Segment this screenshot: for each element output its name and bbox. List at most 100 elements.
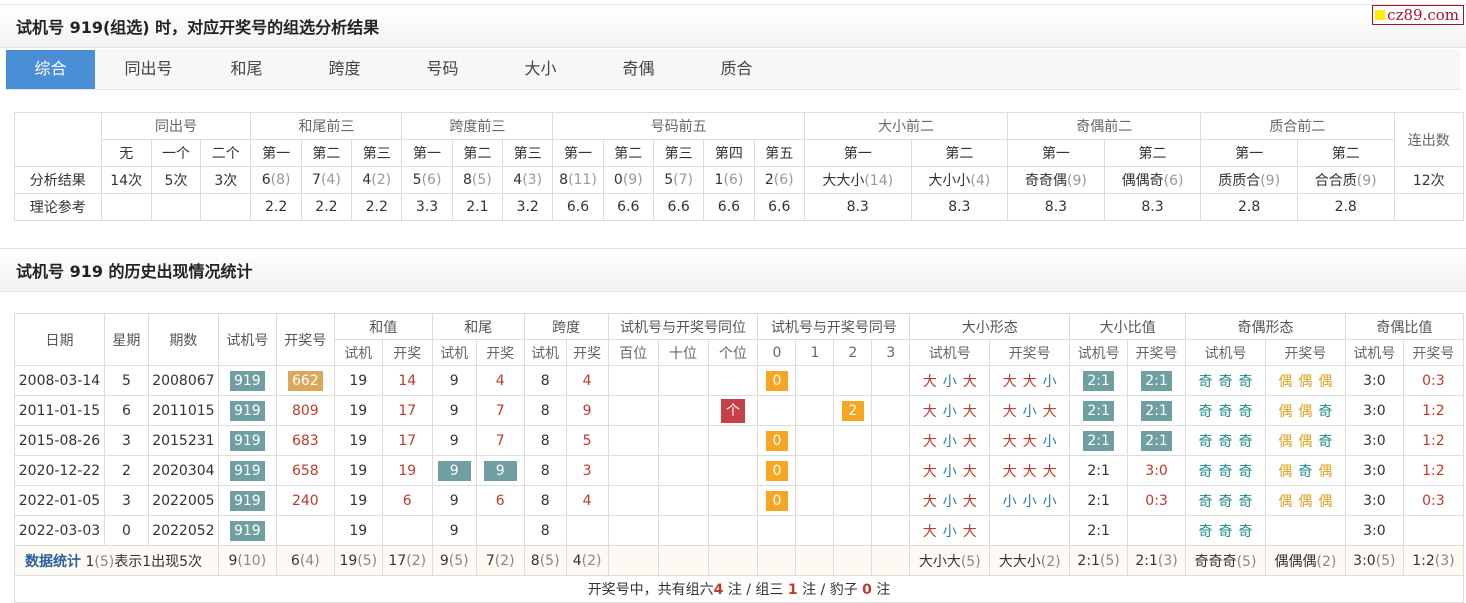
result-value: 4 xyxy=(513,172,523,188)
same-number-cell xyxy=(871,485,911,516)
sum-draw-cell: 6 xyxy=(381,485,433,516)
summary-subheader: 第二 xyxy=(1103,139,1202,167)
bs-ratio-trial-cell: 2:1 xyxy=(1069,515,1129,546)
trial-number-badge: 919 xyxy=(229,430,265,451)
stats-tail-trial-count: (5) xyxy=(448,552,469,569)
result-value: 8 xyxy=(462,172,472,188)
stats-oe-trial-value: 奇奇奇 xyxy=(1194,553,1237,570)
summary-result-cell: 奇奇偶(9) xyxy=(1007,166,1105,194)
header-oe_shape: 奇偶形态 xyxy=(1185,313,1346,340)
summary-group-header: 和尾前三 xyxy=(250,112,403,140)
same-number-cell xyxy=(871,365,911,396)
stats-span-trial: 8(5) xyxy=(523,545,567,576)
summary-reference-cell: 2.1 xyxy=(451,193,504,221)
oe-ratio-draw-cell: 0:3 xyxy=(1402,485,1465,516)
tail-draw-cell: 7 xyxy=(475,395,525,426)
stats-tail-draw-count: (2) xyxy=(494,552,515,569)
oe-ratio-trial-cell: 3:0 xyxy=(1344,485,1404,516)
header-sum_tail: 和尾 xyxy=(431,313,525,340)
span-draw-cell: 4 xyxy=(565,485,609,516)
tab-5[interactable]: 大小 xyxy=(496,50,585,89)
tail-trial-cell: 9 xyxy=(431,425,477,456)
result-value: 偶偶奇 xyxy=(1121,173,1164,189)
summary-reference-cell: 2.2 xyxy=(250,193,302,221)
tab-2[interactable]: 和尾 xyxy=(202,50,291,89)
oe-char: 奇 xyxy=(1218,493,1233,510)
date-cell: 2011-01-15 xyxy=(14,395,105,426)
oe-char: 奇 xyxy=(1218,403,1233,420)
summary-subheader: 第一 xyxy=(552,139,604,167)
oe-shape-draw-cell: 偶偶偶 xyxy=(1264,485,1346,516)
tab-1[interactable]: 同出号 xyxy=(104,50,193,89)
tail-draw-cell: 4 xyxy=(475,365,525,396)
oe-ratio-trial-cell: 3:0 xyxy=(1344,365,1404,396)
summary-corner xyxy=(14,112,102,167)
subheader-trial-no: 试机号 xyxy=(909,339,991,366)
summary-subheader: 第二 xyxy=(300,139,353,167)
footer-mid1: 注 / 组三 xyxy=(727,582,784,598)
oe-shape-trial-cell: 奇奇奇 xyxy=(1185,365,1266,396)
tab-0[interactable]: 综合 xyxy=(6,50,95,89)
draw-number: 809 xyxy=(291,402,319,419)
header-weekday: 星期 xyxy=(103,313,149,366)
oe-ratio-draw-cell: 1:2 xyxy=(1402,425,1465,456)
date-cell: 2022-03-03 xyxy=(14,515,105,546)
subheader-trial: 试机 xyxy=(333,339,383,366)
tab-6[interactable]: 奇偶 xyxy=(594,50,683,89)
oe-char: 奇 xyxy=(1198,433,1213,450)
bs-ratio-draw-cell: 2:1 xyxy=(1127,395,1187,426)
bs-shape-draw-cell: 大大小 xyxy=(989,425,1071,456)
summary-reference-cell: 6.6 xyxy=(703,193,755,221)
subheader-trial: 试机 xyxy=(523,339,567,366)
summary-group-row: 同出号 和尾前三 跨度前三 号码前五 大小前二 奇偶前二 质合前二 连出数 xyxy=(14,112,1465,167)
subheader-draw-no: 开奖号 xyxy=(1264,339,1346,366)
stats-span-draw: 4(2) xyxy=(565,545,609,576)
stats-oer-trial-count: (5) xyxy=(1375,552,1396,569)
stats-empty-cell xyxy=(657,545,709,576)
trial-number-badge: 919 xyxy=(229,400,265,421)
header-bs_shape: 大小形态 xyxy=(909,313,1071,340)
span-draw-cell: 9 xyxy=(565,395,609,426)
subheader-same-count: 3 xyxy=(871,339,911,366)
span-draw-cell: 3 xyxy=(565,455,609,486)
stats-empty-cell xyxy=(833,545,873,576)
bs-ratio-trial-cell: 2:1 xyxy=(1069,485,1129,516)
bs-shape-trial-cell: 大小大 xyxy=(909,395,991,426)
result-value: 14次 xyxy=(110,173,143,189)
summary-result-cell: 12次 xyxy=(1393,166,1465,194)
stats-oer-draw: 1:2(3) xyxy=(1402,545,1465,576)
tab-4[interactable]: 号码 xyxy=(398,50,487,89)
bs-char: 大 xyxy=(962,523,977,540)
summary-result-cell: 8(5) xyxy=(451,166,504,194)
summary-reference-cell xyxy=(100,193,152,221)
stats-bsr-trial: 2:1(5) xyxy=(1069,545,1129,576)
issue-cell: 2015231 xyxy=(147,425,219,456)
bs-ratio-draw-cell: 0:3 xyxy=(1127,485,1187,516)
result-count: (5) xyxy=(471,172,492,188)
tab-3[interactable]: 跨度 xyxy=(300,50,389,89)
tab-7[interactable]: 质合 xyxy=(692,50,781,89)
oe-shape-trial-cell: 奇奇奇 xyxy=(1185,455,1266,486)
summary-result-cell: 质质合(9) xyxy=(1200,166,1298,194)
stats-empty-cell xyxy=(757,545,797,576)
trial-number-badge: 919 xyxy=(229,520,265,541)
subheader-same-count: 2 xyxy=(833,339,873,366)
site-logo[interactable]: cz89.com xyxy=(1372,5,1464,25)
same-position-cell xyxy=(657,485,709,516)
weekday-cell: 0 xyxy=(103,515,149,546)
stats-oer-draw-value: 1:2 xyxy=(1412,552,1435,569)
summary-subheader: 第五 xyxy=(753,139,805,167)
summary-reference-cell: 8.3 xyxy=(1007,193,1105,221)
same-number-cell xyxy=(871,395,911,426)
same-number-cell xyxy=(795,485,835,516)
result-count: (9) xyxy=(1356,173,1377,189)
header-same_pos: 试机号与开奖号同位 xyxy=(607,313,759,340)
result-count: (14) xyxy=(864,173,894,189)
bs-ratio-badge: 2:1 xyxy=(1141,400,1172,421)
same-position-cell xyxy=(707,365,759,396)
bs-shape-draw-cell: 大小大 xyxy=(989,395,1071,426)
oe-char: 奇 xyxy=(1238,463,1253,480)
oe-char: 奇 xyxy=(1318,433,1333,450)
issue-cell: 2008067 xyxy=(147,365,219,396)
same-position-cell xyxy=(607,425,659,456)
